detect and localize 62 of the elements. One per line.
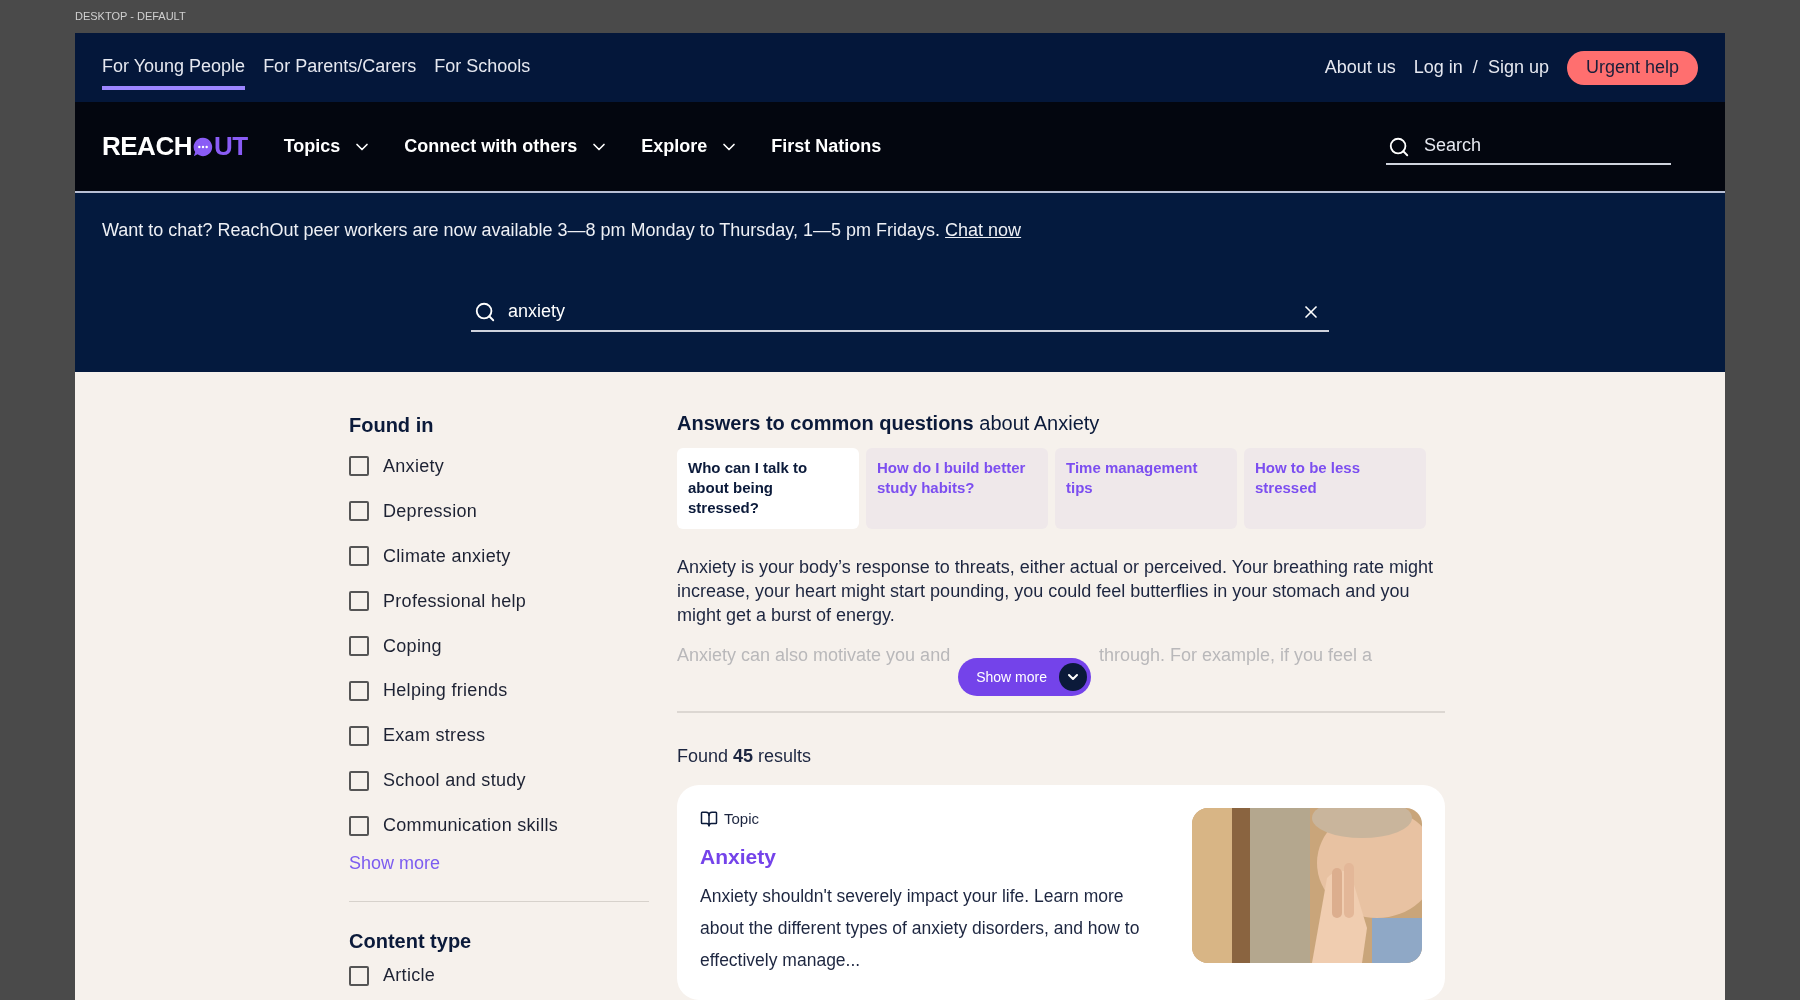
checkbox[interactable]: [349, 965, 369, 986]
filter-label: Article: [383, 964, 436, 988]
chat-now-link[interactable]: Chat now: [945, 220, 1022, 240]
checkbox[interactable]: [349, 501, 369, 522]
faded-answer-text: through. For example, if you feel a: [1098, 644, 1373, 667]
checkbox[interactable]: [349, 591, 369, 612]
logo-text: REACH: [102, 130, 192, 163]
filter-label: Climate anxiety: [383, 544, 511, 568]
question-tab[interactable]: Time management tips: [1055, 448, 1237, 529]
nav-item[interactable]: First Nations: [771, 133, 882, 160]
login-link[interactable]: Log in: [1413, 54, 1463, 81]
separator: /: [1472, 56, 1478, 79]
urgent-help-button[interactable]: Urgent help: [1566, 50, 1698, 85]
chevron-down-icon: [1058, 663, 1087, 691]
result-title[interactable]: Anxiety: [700, 840, 1168, 872]
signup-link[interactable]: Sign up: [1487, 54, 1549, 81]
answers-heading: Answers to common questions about Anxiety: [677, 411, 1101, 436]
question-tab[interactable]: How do I build better study habits?: [866, 448, 1048, 529]
speech-bubble-icon: [191, 135, 214, 158]
filter-label: Helping friends: [383, 679, 508, 703]
result-card[interactable]: Topic Anxiety Anxiety shouldn't severely impact your life. Learn more about the different types of anxiety disorders, and how to effectively manage...: [677, 785, 1445, 1000]
checkbox[interactable]: [349, 636, 369, 656]
filter-label: Anxiety: [383, 454, 445, 478]
results-search-field[interactable]: anxiety: [471, 292, 1329, 332]
checkbox[interactable]: [349, 546, 369, 567]
answer-text: Anxiety is your body’s response to threats, either actual or perceived. Your breathing rate might increase, your heart might start pounding, you could feel butterflies in your stomach and you might get a burst of energy.: [677, 556, 1435, 627]
audience-tab[interactable]: For Schools: [434, 45, 531, 90]
show-more-button[interactable]: Show more: [958, 658, 1091, 696]
nav-item[interactable]: Topics: [283, 133, 373, 160]
filter-heading: Content type: [349, 928, 473, 954]
question-tab[interactable]: How to be less stressed: [1244, 448, 1426, 529]
checkbox[interactable]: [349, 770, 369, 791]
audience-tab[interactable]: For Parents/Carers: [263, 45, 417, 90]
filter-label: Communication skills: [383, 814, 559, 838]
question-tab[interactable]: Who can I talk to about being stressed?: [677, 448, 859, 529]
checkbox[interactable]: [349, 815, 369, 836]
checkbox[interactable]: [349, 680, 369, 701]
filter-label: Professional help: [383, 589, 527, 613]
filter-label: Depression: [383, 499, 478, 523]
faded-answer-text: Anxiety can also motivate you and: [677, 644, 951, 667]
logo-text: UT: [213, 130, 248, 163]
filter-label: School and study: [383, 769, 526, 793]
nav-search-field[interactable]: Search: [1386, 128, 1671, 165]
search-icon: [474, 301, 496, 323]
checkbox[interactable]: [349, 725, 369, 746]
search-icon: [1388, 135, 1410, 158]
book-icon: [700, 810, 718, 829]
audience-tab[interactable]: For Young People: [102, 45, 246, 90]
checkbox[interactable]: [349, 456, 369, 477]
show-more-link[interactable]: Show more: [349, 850, 441, 877]
nav-item[interactable]: Connect with others: [404, 133, 610, 160]
result-type: Topic: [724, 809, 760, 829]
results-count: Found 45 results: [677, 745, 813, 768]
filter-label: Coping: [383, 634, 442, 658]
result-description: Anxiety shouldn't severely impact your life. Learn more about the different types of anxiety disorders, and how to effectively manage...: [700, 885, 1141, 972]
about-link[interactable]: About us: [1324, 54, 1396, 81]
logo[interactable]: REACH UT: [102, 127, 248, 166]
nav-item[interactable]: Explore: [641, 133, 740, 160]
chat-notice: Want to chat? ReachOut peer workers are now available 3—8 pm Monday to Thursday, 1—5 pm Fridays. Chat now: [102, 219, 1023, 242]
frame-label: DESKTOP - DEFAULT: [75, 9, 186, 25]
filter-label: Exam stress: [383, 724, 486, 748]
filter-heading: Found in: [349, 413, 435, 438]
